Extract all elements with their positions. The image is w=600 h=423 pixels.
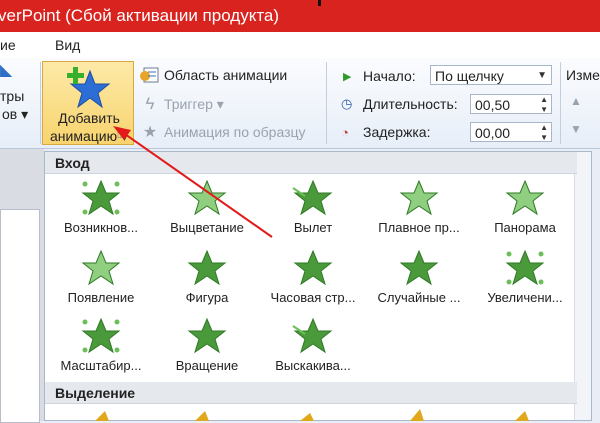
animation-painter-button[interactable]: ★ Анимация по образцу (139, 122, 306, 142)
duration-value: 00,50 (475, 97, 511, 113)
wipe-star-icon (505, 179, 545, 216)
start-value: По щелчку (435, 68, 504, 84)
tab-view[interactable]: Вид (55, 37, 80, 53)
menu-bar: ие Вид (0, 32, 600, 59)
effect-label: Масштабир... (60, 358, 142, 373)
start-dropdown[interactable]: По щелчку ▼ (430, 65, 552, 85)
start-label-group: ▶ Начало: (343, 68, 416, 84)
slide-thumbnail[interactable] (0, 209, 40, 423)
divider (326, 62, 327, 144)
effect-label: Вылет (293, 220, 333, 235)
float-in-star-icon (399, 179, 439, 216)
effect-label: Вращение (175, 358, 239, 373)
bounce-star-icon (292, 317, 333, 354)
dialog-launcher-icon[interactable]: ◲ (117, 130, 125, 139)
move-later-icon[interactable]: ▼ (570, 122, 582, 136)
duration-label-group: ◷ Длительность: (341, 96, 458, 112)
effect-options-label: тры (0, 88, 25, 104)
effect-options-fragment[interactable]: ◣ тры ов ▾ (0, 58, 40, 148)
animation-painter-label: Анимация по образцу (164, 124, 306, 140)
fade-star-icon (187, 179, 227, 216)
effect-item[interactable]: Фигура (153, 248, 261, 305)
effect-item[interactable]: Часовая стр... (259, 248, 367, 305)
animation-pane-label: Область анимации (164, 67, 288, 83)
fly-in-star-icon (292, 179, 333, 216)
effect-item[interactable]: Масштабир... (47, 316, 155, 373)
play-icon: ▶ (343, 70, 352, 83)
effect-item[interactable]: Выцветание (153, 178, 261, 235)
animation-pane-button[interactable]: Область анимации (139, 66, 287, 84)
swivel-star-icon (187, 317, 227, 354)
emphasis-stars-row (95, 409, 529, 421)
random-bars-star-icon (399, 249, 439, 286)
effect-options-icon: ◣ (0, 62, 13, 79)
chevron-down-icon[interactable]: ▼ (537, 66, 547, 86)
zoom-star-icon (81, 317, 121, 354)
title-bar: verPoint (Сбой активации продукта) (0, 0, 600, 32)
section-header-emphasis: Выделение (45, 382, 577, 404)
effect-item[interactable]: Панорама (471, 178, 579, 235)
delay-label-group: ◔ Задержка: (341, 124, 430, 140)
divider (40, 62, 41, 144)
ribbon: ◣ тры ов ▾ Добавить анимацию ▾ Область а… (0, 58, 600, 149)
duration-spinner[interactable]: 00,50 ▲ ▼ (470, 94, 552, 114)
trigger-label: Триггер ▾ (164, 95, 224, 112)
effect-label: Выцветание (170, 220, 244, 235)
wheel-star-icon (293, 249, 333, 286)
move-earlier-icon[interactable]: ▲ (570, 94, 582, 108)
section-header-entrance: Вход (45, 152, 577, 174)
title-bar-control (318, 0, 321, 6)
effect-label: Плавное пр... (378, 220, 460, 235)
effect-label: Возникнов... (64, 220, 138, 235)
effect-item[interactable]: Выскакива... (259, 316, 367, 373)
effect-item[interactable]: Случайные ... (365, 248, 473, 305)
tab-slideshow[interactable]: ие (0, 37, 16, 53)
timer-icon: ◔ (341, 124, 349, 140)
effect-item[interactable]: Плавное пр... (365, 178, 473, 235)
effect-item[interactable]: Возникнов... (47, 178, 155, 235)
add-animation-label: Добавить (58, 110, 120, 126)
painter-star-icon: ★ (142, 124, 158, 141)
divider (560, 62, 561, 144)
delay-label: Задержка: (363, 124, 431, 140)
effect-item[interactable]: Увеличени... (471, 248, 579, 305)
effect-label: Случайные ... (377, 290, 461, 305)
start-label: Начало: (363, 68, 416, 84)
animation-gallery: Вход Выделение Возникнов... Выцветание Выл… (44, 151, 592, 421)
shape-in-star-icon (81, 249, 121, 286)
effect-item[interactable]: Вылет (259, 178, 367, 235)
delay-spinner[interactable]: 00,00 ▲ ▼ (470, 122, 552, 142)
effect-label: Часовая стр... (270, 290, 356, 305)
spinner-arrows-icon[interactable]: ▲ ▼ (540, 123, 548, 143)
effect-label: Увеличени... (487, 290, 563, 305)
grow-turn-star-icon (505, 249, 545, 286)
appear-star-icon (81, 179, 121, 216)
window-title: verPoint (Сбой активации продукта) (0, 6, 280, 25)
slides-pane (0, 149, 44, 423)
effect-label: Выскакива... (275, 358, 351, 373)
effect-label: Фигура (185, 290, 229, 305)
clock-icon: ◷ (341, 96, 353, 111)
effect-item[interactable]: Появление (47, 248, 155, 305)
effect-item[interactable]: Вращение (153, 316, 261, 373)
effect-label: Появление (67, 290, 135, 305)
spinner-arrows-icon[interactable]: ▲ ▼ (540, 95, 548, 115)
add-animation-star-icon (67, 67, 111, 109)
duration-label: Длительность: (363, 96, 458, 112)
lightning-icon: ϟ (145, 94, 155, 113)
reorder-group-label: Изме (566, 67, 600, 83)
effect-label: Панорама (494, 220, 556, 235)
figure-star-icon (187, 249, 227, 286)
effect-options-label-2: ов ▾ (2, 106, 29, 122)
delay-value: 00,00 (475, 125, 511, 141)
animation-pane-icon (140, 67, 159, 83)
trigger-button[interactable]: ϟ Триггер ▾ (139, 94, 224, 114)
